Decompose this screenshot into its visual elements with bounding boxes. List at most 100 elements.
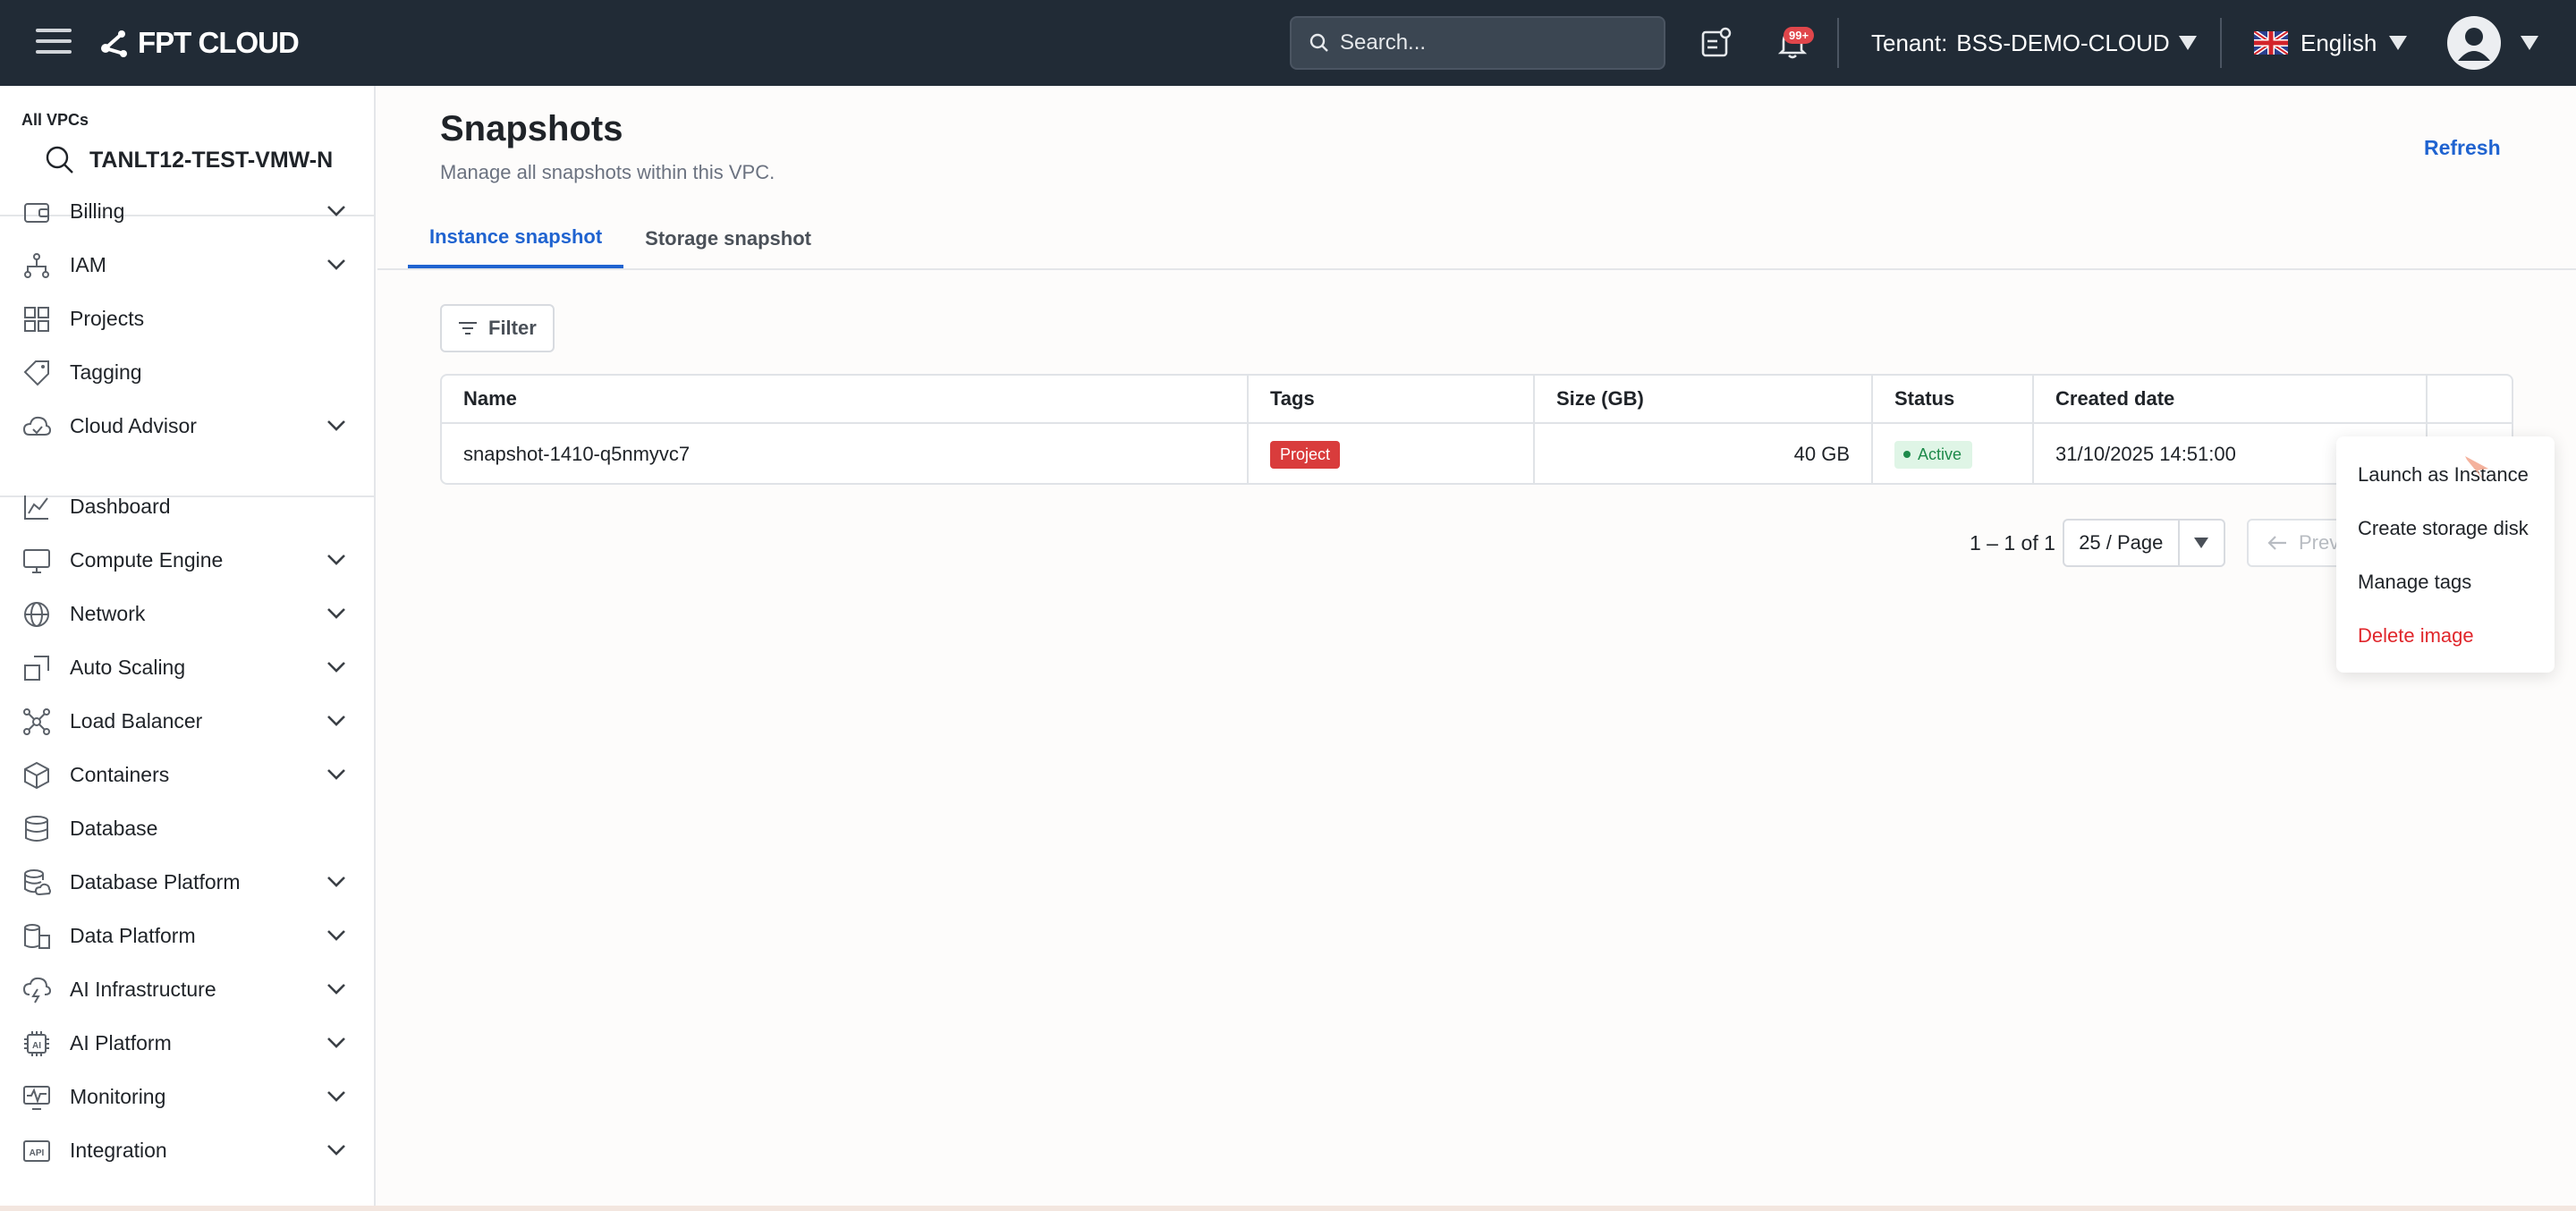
chevron-down-icon[interactable] — [326, 256, 347, 274]
menu-hamburger-icon[interactable] — [36, 29, 72, 57]
wallet-icon — [24, 203, 49, 223]
column-header-size[interactable]: Size (GB) — [1533, 376, 1871, 422]
tabs-divider — [377, 268, 2576, 270]
user-avatar[interactable] — [2447, 16, 2501, 70]
sidebar-item-label: Database — [70, 816, 158, 840]
status-dot-icon — [1903, 451, 1911, 458]
hierarchy-icon — [24, 253, 49, 278]
status-badge: Active — [1894, 440, 1973, 469]
network-nodes-icon — [23, 708, 50, 735]
svg-text:API: API — [30, 1148, 45, 1158]
column-header-actions — [2426, 376, 2512, 422]
sidebar-item-label: Tagging — [70, 360, 142, 384]
sidebar-item-label: Billing — [70, 199, 125, 223]
cloud-bolt-icon — [22, 977, 52, 1004]
chevron-down-icon[interactable] — [326, 658, 347, 676]
sidebar-item-monitoring[interactable]: Monitoring — [0, 1071, 374, 1122]
sidebar-item-auto-scaling[interactable]: Auto Scaling — [0, 642, 374, 692]
brand-logo[interactable]: FPT CLOUD — [95, 23, 300, 63]
caret-down-icon[interactable] — [2521, 36, 2538, 50]
sidebar-item-label: Cloud Advisor — [70, 413, 197, 437]
chevron-down-icon[interactable] — [326, 605, 347, 622]
sidebar-item-data-platform[interactable]: Data Platform — [0, 910, 374, 961]
pagination-range: 1 – 1 of 1 — [1970, 531, 2055, 555]
column-header-created[interactable]: Created date — [2032, 376, 2426, 422]
sidebar-item-billing[interactable]: Billing — [0, 186, 374, 236]
sidebar-item-containers[interactable]: Containers — [0, 749, 374, 800]
sidebar-item-dashboard[interactable]: Dashboard — [0, 481, 374, 531]
cell-status: Active — [1871, 424, 2032, 483]
search-input[interactable] — [1340, 30, 1644, 55]
globe-icon — [24, 602, 49, 627]
sidebar-item-cloud-advisor[interactable]: Cloud Advisor — [0, 401, 374, 451]
sidebar-item-database-platform[interactable]: Database Platform — [0, 857, 374, 907]
caret-down-icon — [2389, 36, 2408, 50]
sidebar-item-ai-platform[interactable]: AI AI Platform — [0, 1018, 374, 1068]
tab-storage-snapshot[interactable]: Storage snapshot — [623, 209, 833, 268]
database-icon — [25, 816, 48, 842]
cube-icon — [24, 761, 49, 790]
global-search[interactable] — [1290, 16, 1665, 70]
chevron-down-icon[interactable] — [326, 927, 347, 944]
arrow-left-icon — [2267, 536, 2286, 550]
chevron-down-icon[interactable] — [326, 202, 347, 220]
fpt-logo-icon — [101, 30, 127, 57]
menu-delete-image[interactable]: Delete image — [2358, 624, 2474, 648]
menu-manage-tags[interactable]: Manage tags — [2358, 571, 2471, 594]
search-icon — [46, 146, 73, 174]
topbar-divider — [1837, 18, 1839, 68]
menu-launch-instance[interactable]: Launch as Instance — [2358, 463, 2529, 487]
brand-name: FPT CLOUD — [138, 26, 300, 59]
chevron-down-icon[interactable] — [326, 417, 347, 435]
page-size-select[interactable]: 25 / Page — [2063, 519, 2225, 567]
column-header-name[interactable]: Name — [442, 376, 1247, 422]
sidebar-item-label: Integration — [70, 1138, 167, 1162]
chevron-down-icon[interactable] — [326, 980, 347, 998]
sidebar-item-label: Containers — [70, 762, 170, 786]
sidebar-item-iam[interactable]: IAM — [0, 240, 374, 290]
sidebar-item-network[interactable]: Network — [0, 589, 374, 639]
vpc-selector[interactable]: TANLT12-TEST-VMW-N — [45, 145, 333, 175]
table-header: Name Tags Size (GB) Status Created date — [442, 376, 2512, 424]
sidebar-item-integration[interactable]: API Integration — [0, 1125, 374, 1175]
tenant-selector[interactable]: Tenant: BSS-DEMO-CLOUD — [1871, 27, 2197, 59]
menu-create-storage-disk[interactable]: Create storage disk — [2358, 517, 2529, 540]
chevron-down-icon[interactable] — [326, 712, 347, 730]
language-selector[interactable]: English — [2254, 27, 2408, 59]
main-content: Snapshots Manage all snapshots within th… — [377, 86, 2576, 1211]
sidebar-item-label: Data Platform — [70, 923, 196, 947]
sidebar-item-label: Auto Scaling — [70, 655, 186, 679]
database-cloud-icon — [24, 869, 51, 896]
tenant-value: BSS-DEMO-CLOUD — [1956, 29, 2170, 56]
caret-down-icon — [2178, 36, 2197, 50]
vpc-label: All VPCs — [21, 111, 89, 129]
chevron-down-icon[interactable] — [326, 1141, 347, 1159]
snapshot-table: Name Tags Size (GB) Status Created date … — [440, 374, 2513, 485]
refresh-button[interactable]: Refresh — [2424, 136, 2501, 160]
sidebar-item-compute-engine[interactable]: Compute Engine — [0, 535, 374, 585]
sidebar-item-load-balancer[interactable]: Load Balancer — [0, 696, 374, 746]
chevron-down-icon[interactable] — [326, 1034, 347, 1052]
filter-button[interactable]: Filter — [440, 304, 555, 352]
topbar-divider — [2220, 18, 2222, 68]
table-row[interactable]: snapshot-1410-q5nmyvc7 Project 40 GB Act… — [442, 424, 2512, 483]
sidebar-item-projects[interactable]: Projects — [0, 293, 374, 343]
sidebar-item-label: AI Infrastructure — [70, 977, 216, 1001]
page-size-value: 25 / Page — [2064, 521, 2180, 565]
chevron-down-icon[interactable] — [326, 1088, 347, 1105]
task-list-icon[interactable] — [1698, 25, 1733, 61]
chevron-down-icon[interactable] — [326, 873, 347, 891]
tag-badge: Project — [1270, 440, 1341, 469]
sidebar-item-tagging[interactable]: Tagging — [0, 347, 374, 397]
filter-icon — [459, 322, 477, 335]
chevron-down-icon[interactable] — [326, 766, 347, 783]
column-header-status[interactable]: Status — [1871, 376, 2032, 422]
tab-instance-snapshot[interactable]: Instance snapshot — [408, 209, 624, 268]
tag-icon — [23, 360, 49, 386]
status-label: Active — [1918, 445, 1962, 463]
sidebar-item-database[interactable]: Database — [0, 803, 374, 853]
column-header-tags[interactable]: Tags — [1247, 376, 1533, 422]
caret-down-icon — [2180, 538, 2224, 548]
sidebar-item-ai-infrastructure[interactable]: AI Infrastructure — [0, 964, 374, 1014]
chevron-down-icon[interactable] — [326, 551, 347, 569]
